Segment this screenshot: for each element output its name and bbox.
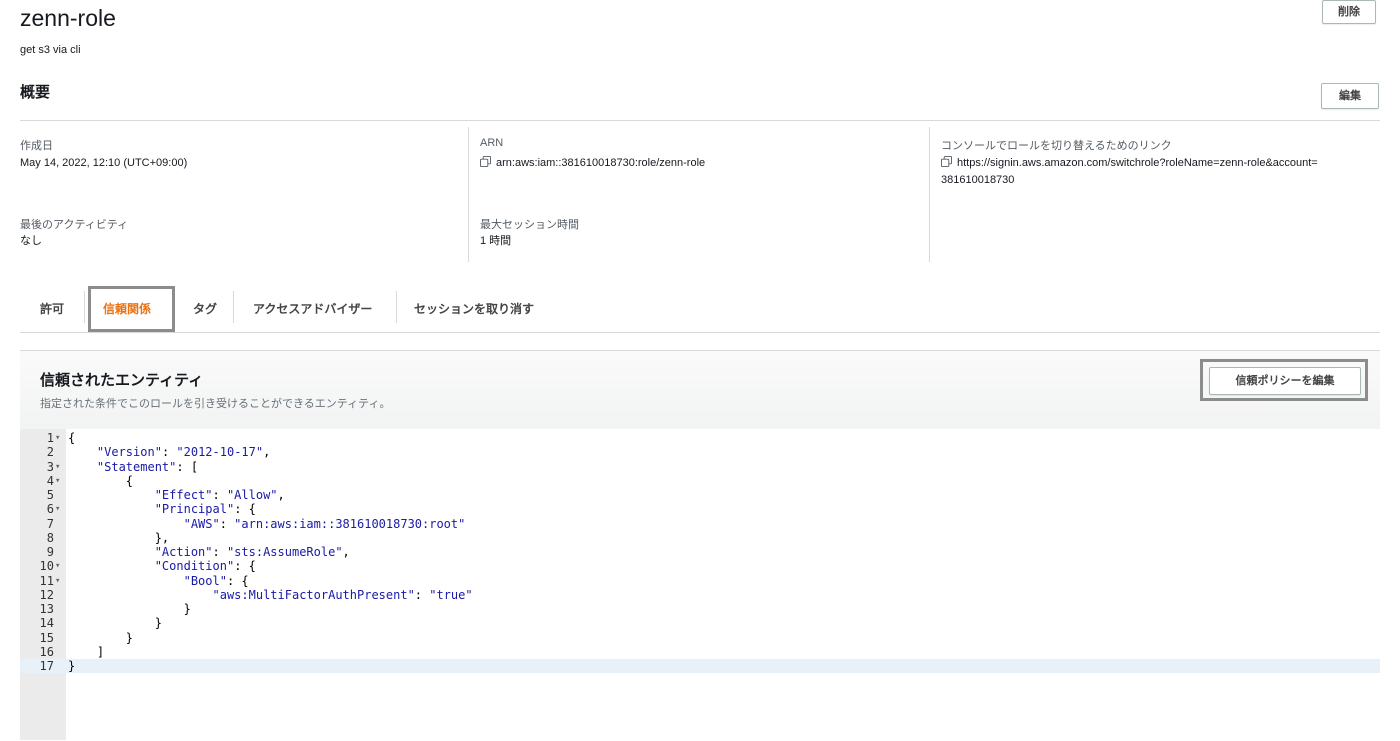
code-line: 7 "AWS": "arn:aws:iam::381610018730:root… (20, 517, 1380, 531)
code-text: "Principal": { (154, 502, 256, 517)
page-title: zenn-role (20, 5, 116, 31)
highlight-box (88, 286, 175, 332)
code-line: 6 ▾ "Principal": { (20, 502, 1380, 516)
tab-permissions[interactable]: 許可 (40, 300, 64, 317)
last-activity-value: なし (20, 235, 42, 247)
code-text: "Condition": { (154, 559, 256, 574)
code-line: 3 ▾ "Statement": [ (20, 460, 1380, 474)
code-text: "Effect": "Allow", (154, 488, 285, 502)
line-number: 4 (46, 473, 54, 488)
code-line: 4 ▾ { (20, 474, 1380, 488)
code-text: "Action": "sts:AssumeRole", (154, 545, 350, 559)
code-line: 12 "aws:MultiFactorAuthPresent": "true" (20, 588, 1380, 602)
line-number: 9 (46, 545, 54, 559)
fold-toggle-icon[interactable]: ▾ (55, 474, 60, 488)
line-number: 10 (39, 559, 54, 574)
max-session-value: 1 時間 (480, 235, 512, 247)
column-divider (468, 127, 469, 262)
code-text: } (68, 616, 162, 631)
role-description: get s3 via cli (20, 44, 81, 56)
fold-toggle-icon[interactable]: ▾ (55, 431, 60, 445)
trust-policy-editor[interactable]: 1 ▾{2 "Version": "2012-10-17", 3 ▾ "Stateme… (20, 429, 1380, 740)
max-session-label: 最大セッション時間 (480, 219, 579, 231)
line-number: 14 (39, 616, 54, 631)
summary-divider (20, 120, 1380, 121)
code-text: "Statement": [ (96, 459, 199, 474)
tabs-divider (20, 332, 1380, 333)
panel-subtitle: 指定された条件でこのロールを引き受けることができるエンティティ。 (40, 397, 391, 410)
tab-access-advisor[interactable]: アクセスアドバイザー (253, 300, 372, 317)
line-number: 16 (39, 644, 54, 659)
switch-role-link[interactable]: https://signin.aws.amazon.com/switchrole… (941, 155, 1318, 189)
code-text: "AWS": "arn:aws:iam::381610018730:root" (183, 516, 466, 531)
line-number: 8 (46, 530, 54, 545)
code-line: 10 ▾ "Condition": { (20, 559, 1380, 573)
fold-toggle-icon[interactable]: ▾ (55, 574, 60, 588)
panel-header: 信頼されたエンティティ 指定された条件でこのロールを引き受けることができるエンテ… (20, 351, 1380, 430)
code-line: 8 }, (20, 531, 1380, 545)
line-number: 7 (46, 516, 54, 531)
tab-revoke-sessions[interactable]: セッションを取り消す (414, 300, 534, 317)
code-line: 16 ] (20, 645, 1380, 659)
tab-divider (396, 291, 397, 323)
code-line: 13 } (20, 602, 1380, 616)
tab-divider (84, 291, 85, 323)
code-text: "Version": "2012-10-17", (96, 445, 271, 460)
line-number: 17 (39, 659, 54, 673)
code-line: 5 "Effect": "Allow", (20, 488, 1380, 502)
arn-label: ARN (480, 137, 504, 149)
code-text: ] (68, 644, 105, 659)
line-number: 6 (46, 502, 54, 517)
line-number: 12 (39, 587, 54, 602)
arn-value: arn:aws:iam::381610018730:role/zenn-role (480, 155, 705, 172)
line-number: 1 (46, 431, 54, 445)
copy-icon[interactable] (480, 156, 491, 167)
code-line: 17} (20, 659, 1380, 673)
line-number: 2 (46, 445, 54, 460)
code-text: } (68, 630, 134, 645)
line-number: 3 (46, 459, 54, 474)
summary-title: 概要 (20, 83, 51, 101)
delete-button[interactable]: 削除 (1322, 0, 1376, 24)
code-text: { (68, 473, 134, 488)
code-line: 15 } (20, 631, 1380, 645)
column-divider (929, 127, 930, 262)
switch-role-label: コンソールでロールを切り替えるためのリンク (941, 140, 1172, 152)
code-text: "aws:MultiFactorAuthPresent": "true" (212, 587, 473, 602)
code-text: "Bool": { (183, 573, 249, 588)
code-text: { (68, 431, 76, 445)
line-number: 11 (39, 573, 54, 588)
fold-toggle-icon[interactable]: ▾ (55, 460, 60, 474)
copy-icon[interactable] (941, 156, 952, 167)
panel-title: 信頼されたエンティティ (40, 371, 204, 389)
code-line: 1 ▾ { (20, 431, 1380, 445)
last-activity-label: 最後のアクティビティ (20, 219, 129, 231)
switch-role-account[interactable]: 381610018730 (941, 174, 1014, 186)
code-line: 11 ▾ "Bool": { (20, 574, 1380, 588)
line-number: 15 (39, 630, 54, 645)
created-label: 作成日 (20, 140, 53, 152)
fold-toggle-icon[interactable]: ▾ (55, 502, 60, 516)
code-text: }, (68, 530, 170, 545)
code-line: 2 "Version": "2012-10-17", (20, 445, 1380, 459)
tab-divider (233, 291, 234, 323)
line-number: 13 (39, 602, 54, 616)
code-line: 9 "Action": "sts:AssumeRole", (20, 545, 1380, 559)
arn-text: arn:aws:iam::381610018730:role/zenn-role (496, 157, 706, 169)
line-number: 5 (46, 488, 54, 502)
edit-summary-button[interactable]: 編集 (1321, 83, 1379, 109)
tab-tags[interactable]: タグ (193, 300, 217, 317)
highlight-box (1200, 359, 1368, 401)
switch-role-url[interactable]: https://signin.aws.amazon.com/switchrole… (957, 157, 1318, 169)
code-text: } (68, 659, 76, 673)
created-value: May 14, 2022, 12:10 (UTC+09:00) (20, 157, 188, 169)
fold-toggle-icon[interactable]: ▾ (55, 559, 60, 573)
code-line: 14 } (20, 616, 1380, 630)
code-text: } (68, 602, 191, 616)
